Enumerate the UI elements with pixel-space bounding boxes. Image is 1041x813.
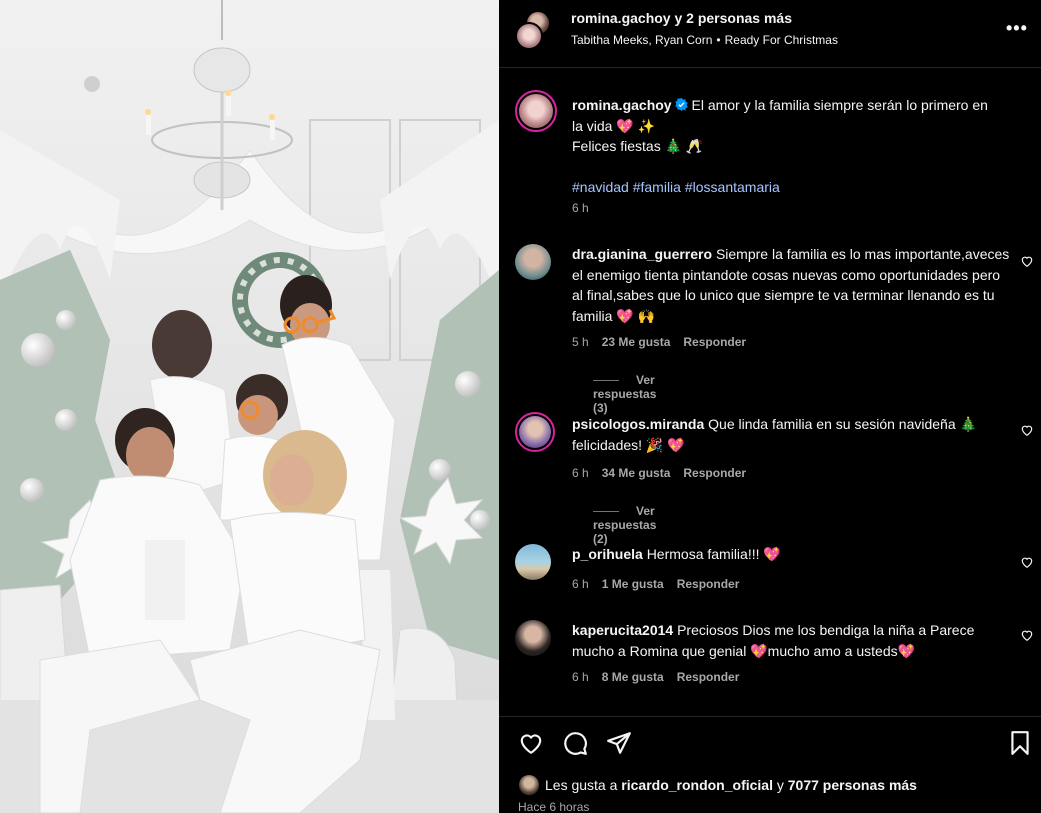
separator: • — [716, 33, 721, 47]
avatar[interactable] — [515, 90, 557, 132]
avatar — [515, 22, 543, 50]
comment-meta: 5 h 23 Me gusta Responder — [572, 335, 759, 349]
comment-icon[interactable] — [562, 730, 588, 756]
avatar[interactable] — [515, 544, 551, 580]
post-subtitle: Tabitha Meeks, Ryan Corn • Ready For Chris… — [571, 33, 838, 47]
collaborators[interactable]: Tabitha Meeks, Ryan Corn — [571, 33, 712, 47]
comment-time[interactable]: 6 h — [572, 577, 589, 591]
comment-likes[interactable]: 8 Me gusta — [602, 670, 664, 684]
likes-count[interactable]: 7077 personas más — [788, 777, 917, 793]
comment-text: psicologos.miranda Que linda familia en … — [572, 414, 1012, 455]
comment-text: dra.gianina_guerrero Siempre la familia … — [572, 244, 1012, 326]
comment-likes[interactable]: 23 Me gusta — [602, 335, 671, 349]
paper-plane-icon[interactable] — [606, 730, 632, 756]
comment-time[interactable]: 6 h — [572, 466, 589, 480]
heart-icon[interactable] — [1020, 628, 1034, 642]
bookmark-icon[interactable] — [1007, 730, 1033, 756]
comment-username[interactable]: psicologos.miranda — [572, 416, 704, 432]
likes-middle: y — [776, 777, 784, 793]
family-christmas-photo — [0, 0, 499, 813]
comment-username[interactable]: kaperucita2014 — [572, 622, 673, 638]
caption-text: romina.gachoy El amor y la familia siemp… — [572, 95, 1027, 198]
author-username[interactable]: romina.gachoy — [571, 10, 671, 26]
reply-button[interactable]: Responder — [683, 466, 746, 480]
comment-meta: 6 h 8 Me gusta Responder — [572, 670, 752, 684]
view-replies-button[interactable]: Ver respuestas (3) — [593, 373, 656, 415]
heart-icon[interactable] — [518, 730, 544, 756]
heart-icon[interactable] — [1020, 254, 1034, 268]
comment-likes[interactable]: 1 Me gusta — [602, 577, 664, 591]
likes-prefix: Les gusta a — [545, 777, 618, 793]
post-actions: Les gusta a ricardo_rondon_oficial y 707… — [499, 716, 1041, 813]
comment-text: p_orihuela Hermosa familia!!! 💖 — [572, 544, 1012, 565]
view-replies-button[interactable]: Ver respuestas (2) — [593, 504, 656, 546]
comment-time[interactable]: 6 h — [572, 670, 589, 684]
post-authors[interactable]: romina.gachoy y 2 personas más — [571, 10, 792, 26]
caption-username[interactable]: romina.gachoy — [572, 97, 672, 113]
other-authors[interactable]: y 2 personas más — [674, 10, 792, 26]
comment-time[interactable]: 5 h — [572, 335, 589, 349]
post-time[interactable]: Hace 6 horas — [518, 800, 589, 813]
avatar[interactable] — [515, 412, 555, 452]
likes-user[interactable]: ricardo_rondon_oficial — [621, 777, 773, 793]
heart-icon[interactable] — [1020, 555, 1034, 569]
caption-time[interactable]: 6 h — [572, 201, 589, 215]
comment-text: kaperucita2014 Preciosos Dios me los ben… — [572, 620, 1012, 661]
post-header: romina.gachoy y 2 personas más Tabitha M… — [499, 0, 1041, 68]
hashtags[interactable]: #navidad #familia #lossantamaria — [572, 179, 780, 195]
caption-line: Felices fiestas 🎄 🥂 — [572, 138, 704, 154]
caption-line: la vida 💖 ✨ — [572, 117, 656, 134]
avatar[interactable] — [519, 775, 539, 795]
avatar[interactable] — [515, 244, 551, 280]
verified-badge-icon — [674, 98, 688, 111]
post-photo[interactable] — [0, 0, 499, 813]
comment-username[interactable]: p_orihuela — [572, 546, 643, 562]
more-options-icon[interactable]: ••• — [1006, 18, 1028, 39]
song-title[interactable]: Ready For Christmas — [725, 33, 838, 47]
comment-body: Hermosa familia!!! 💖 — [646, 546, 781, 562]
comment-meta: 6 h 1 Me gusta Responder — [572, 577, 752, 591]
comment-username[interactable]: dra.gianina_guerrero — [572, 246, 712, 262]
comment-meta: 6 h 34 Me gusta Responder — [572, 466, 759, 480]
heart-icon[interactable] — [1020, 423, 1034, 437]
collab-avatars[interactable] — [515, 10, 555, 50]
reply-button[interactable]: Responder — [683, 335, 746, 349]
reply-button[interactable]: Responder — [677, 670, 740, 684]
caption-line: El amor y la familia siempre serán lo pr… — [691, 97, 988, 113]
reply-button[interactable]: Responder — [677, 577, 740, 591]
likes-summary[interactable]: Les gusta a ricardo_rondon_oficial y 707… — [545, 777, 917, 793]
comment-likes[interactable]: 34 Me gusta — [602, 466, 671, 480]
post-details-panel: romina.gachoy y 2 personas más Tabitha M… — [499, 0, 1041, 813]
avatar[interactable] — [515, 620, 551, 656]
